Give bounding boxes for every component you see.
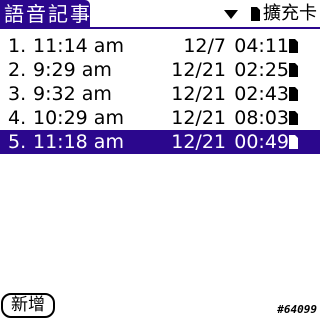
memo-date: 12/21 xyxy=(171,83,226,105)
memo-duration: 04:11 xyxy=(234,35,289,57)
memo-date: 12/7 xyxy=(183,35,226,57)
memo-time: 10:29 am xyxy=(33,107,124,129)
sd-card-icon xyxy=(289,111,298,125)
sd-card-icon xyxy=(251,7,260,21)
memo-time: 9:29 am xyxy=(33,59,112,81)
memo-row[interactable]: 1. 11:14 am 12/7 04:11 xyxy=(0,34,320,58)
memo-date: 12/21 xyxy=(171,107,226,129)
sd-card-icon xyxy=(289,87,298,101)
memo-duration: 02:43 xyxy=(234,83,289,105)
memo-time: 11:18 am xyxy=(33,131,124,153)
sd-card-icon xyxy=(289,135,298,149)
free-memory-count: #64099 xyxy=(277,303,317,316)
memo-row[interactable]: 3. 9:32 am 12/21 02:43 xyxy=(0,82,320,106)
memo-number: 5. xyxy=(8,131,27,153)
memo-time: 11:14 am xyxy=(33,35,124,57)
memo-number: 4. xyxy=(8,107,27,129)
memo-duration: 02:25 xyxy=(234,59,289,81)
memo-duration: 08:03 xyxy=(234,107,289,129)
memo-date: 12/21 xyxy=(171,59,226,81)
memo-number: 2. xyxy=(8,59,27,81)
sd-card-icon xyxy=(289,39,298,53)
memo-duration: 00:49 xyxy=(234,131,289,153)
memo-row[interactable]: 5. 11:18 am 12/21 00:49 xyxy=(0,130,320,154)
title-divider xyxy=(0,27,320,29)
new-button[interactable]: 新增 xyxy=(1,293,55,318)
sd-card-icon xyxy=(289,63,298,77)
app-title[interactable]: 語音記事 xyxy=(0,0,90,29)
memo-list: 1. 11:14 am 12/7 04:11 2. 9:29 am 12/21 … xyxy=(0,34,320,154)
memo-time: 9:32 am xyxy=(33,83,112,105)
category-picker[interactable]: 擴充卡 xyxy=(224,2,317,26)
memo-number: 1. xyxy=(8,35,27,57)
memo-row[interactable]: 4. 10:29 am 12/21 08:03 xyxy=(0,106,320,130)
category-label[interactable]: 擴充卡 xyxy=(263,2,317,26)
triangle-down-icon[interactable] xyxy=(224,9,238,19)
memo-row[interactable]: 2. 9:29 am 12/21 02:25 xyxy=(0,58,320,82)
memo-date: 12/21 xyxy=(171,131,226,153)
memo-number: 3. xyxy=(8,83,27,105)
